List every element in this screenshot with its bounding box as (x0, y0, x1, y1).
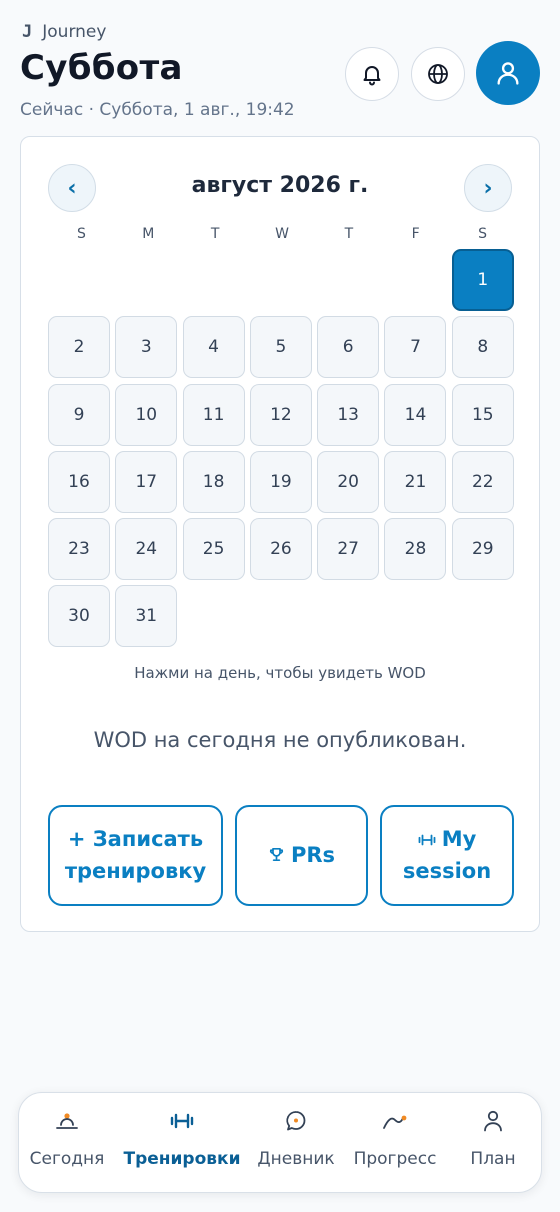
day-cell[interactable]: 16 (48, 450, 110, 513)
prs-label: PRs (290, 842, 336, 867)
current-datetime: Сейчас · Суббота, 1 авг., 19:42 (20, 100, 295, 120)
nav-label: Дневник (257, 1149, 335, 1169)
day-cell[interactable]: 19 (249, 450, 312, 513)
day-cell-today[interactable]: 1 (451, 249, 514, 311)
nav-label: Прогресс (353, 1149, 437, 1169)
weekday-label: S (478, 226, 487, 242)
dumbbell-icon (418, 834, 436, 846)
nav-label: Тренировки (123, 1149, 241, 1169)
nav-item-journal[interactable]: Дневник (251, 1093, 341, 1193)
brand: J Journey (22, 22, 106, 42)
day-cell[interactable]: 25 (182, 518, 245, 581)
calendar-hint: Нажми на день, чтобы увидеть WOD (134, 664, 426, 682)
nav-item-progress[interactable]: Прогресс (349, 1093, 441, 1193)
weekday-label: M (142, 226, 155, 242)
empty-cell (317, 249, 379, 311)
empty-cell (48, 249, 110, 311)
my-session-label-line1: My (441, 827, 477, 851)
empty-cell (250, 249, 312, 311)
prs-button[interactable]: PRs (235, 805, 368, 906)
day-cell[interactable]: 27 (317, 518, 380, 581)
day-cell[interactable]: 23 (48, 518, 110, 581)
day-cell[interactable]: 28 (384, 518, 447, 581)
empty-cell (115, 249, 177, 311)
day-cell[interactable]: 9 (48, 383, 110, 446)
log-workout-label-line2: тренировку (64, 858, 207, 883)
weekday-label: S (76, 226, 86, 242)
sunrise-icon (56, 1113, 78, 1129)
my-session-label-line2: session (402, 858, 492, 883)
weekday-label: T (344, 226, 354, 242)
weekday-header: S M T W T F S (48, 226, 516, 242)
language-button[interactable] (411, 47, 465, 101)
empty-cell (183, 249, 245, 311)
day-cell[interactable]: 24 (115, 518, 178, 581)
profile-button[interactable] (476, 41, 540, 105)
bell-icon (363, 66, 381, 86)
log-workout-button[interactable]: + Записать тренировку (48, 805, 223, 906)
brand-name: Journey (42, 22, 107, 42)
day-cell[interactable]: 20 (317, 450, 380, 513)
app-screen: J Journey Суббота Сейчас · Суббота, 1 ав… (0, 0, 560, 1212)
day-cell[interactable]: 6 (317, 316, 380, 379)
bottom-nav: Сегодня Тренировки Дневник Прогресс План (18, 1092, 542, 1193)
day-cell[interactable]: 29 (451, 518, 514, 581)
day-cell[interactable]: 30 (48, 585, 110, 648)
day-cell[interactable]: 4 (182, 316, 245, 379)
chevron-right-icon: › (483, 175, 493, 201)
user-icon (497, 62, 519, 85)
log-workout-label-line1: + Записать (67, 827, 204, 851)
empty-cell (384, 249, 446, 311)
day-cell[interactable]: 21 (384, 450, 447, 513)
trophy-icon (269, 847, 284, 861)
day-cell[interactable]: 14 (384, 383, 447, 446)
day-cell[interactable]: 5 (249, 316, 312, 379)
month-title: август 2026 г. (191, 173, 369, 198)
day-cell[interactable]: 10 (115, 383, 178, 446)
day-cell[interactable]: 7 (384, 316, 447, 379)
day-cell[interactable]: 22 (451, 450, 514, 513)
day-cell[interactable]: 8 (451, 316, 514, 379)
day-cell[interactable]: 15 (451, 383, 514, 446)
day-cell[interactable]: 17 (115, 450, 178, 513)
day-cell[interactable]: 26 (249, 518, 312, 581)
next-month-button[interactable]: › (464, 164, 512, 212)
chat-bubble-icon (286, 1111, 306, 1131)
weekday-label: W (275, 226, 289, 242)
page-title: Суббота (20, 48, 183, 88)
day-cell[interactable]: 2 (48, 316, 110, 379)
user-icon (484, 1110, 502, 1132)
nav-item-workouts[interactable]: Тренировки (123, 1093, 241, 1193)
day-cell[interactable]: 12 (249, 383, 312, 446)
day-cell[interactable]: 3 (115, 316, 178, 379)
day-cell[interactable]: 11 (182, 383, 245, 446)
weekday-label: F (411, 226, 420, 242)
dumbbell-icon (170, 1113, 194, 1129)
day-cell[interactable]: 18 (182, 450, 245, 513)
notifications-button[interactable] (345, 47, 399, 101)
calendar-grid: 1 2 3 4 5 6 7 8 9 10 11 12 13 14 15 16 1… (48, 249, 516, 648)
nav-label: Сегодня (29, 1149, 105, 1169)
trend-icon (383, 1115, 407, 1129)
my-session-button[interactable]: My session (380, 805, 514, 906)
day-cell[interactable]: 31 (115, 585, 178, 648)
nav-item-today[interactable]: Сегодня (21, 1093, 113, 1193)
globe-icon (428, 64, 448, 84)
nav-label: План (470, 1149, 516, 1169)
brand-logo: J (22, 22, 33, 42)
wod-empty-message: WOD на сегодня не опубликован. (93, 728, 467, 752)
calendar-card: ‹ август 2026 г. › S M T W T F S 1 2 3 4… (20, 136, 540, 932)
weekday-label: T (210, 226, 220, 242)
nav-item-plan[interactable]: План (449, 1093, 537, 1193)
day-cell[interactable]: 13 (317, 383, 380, 446)
